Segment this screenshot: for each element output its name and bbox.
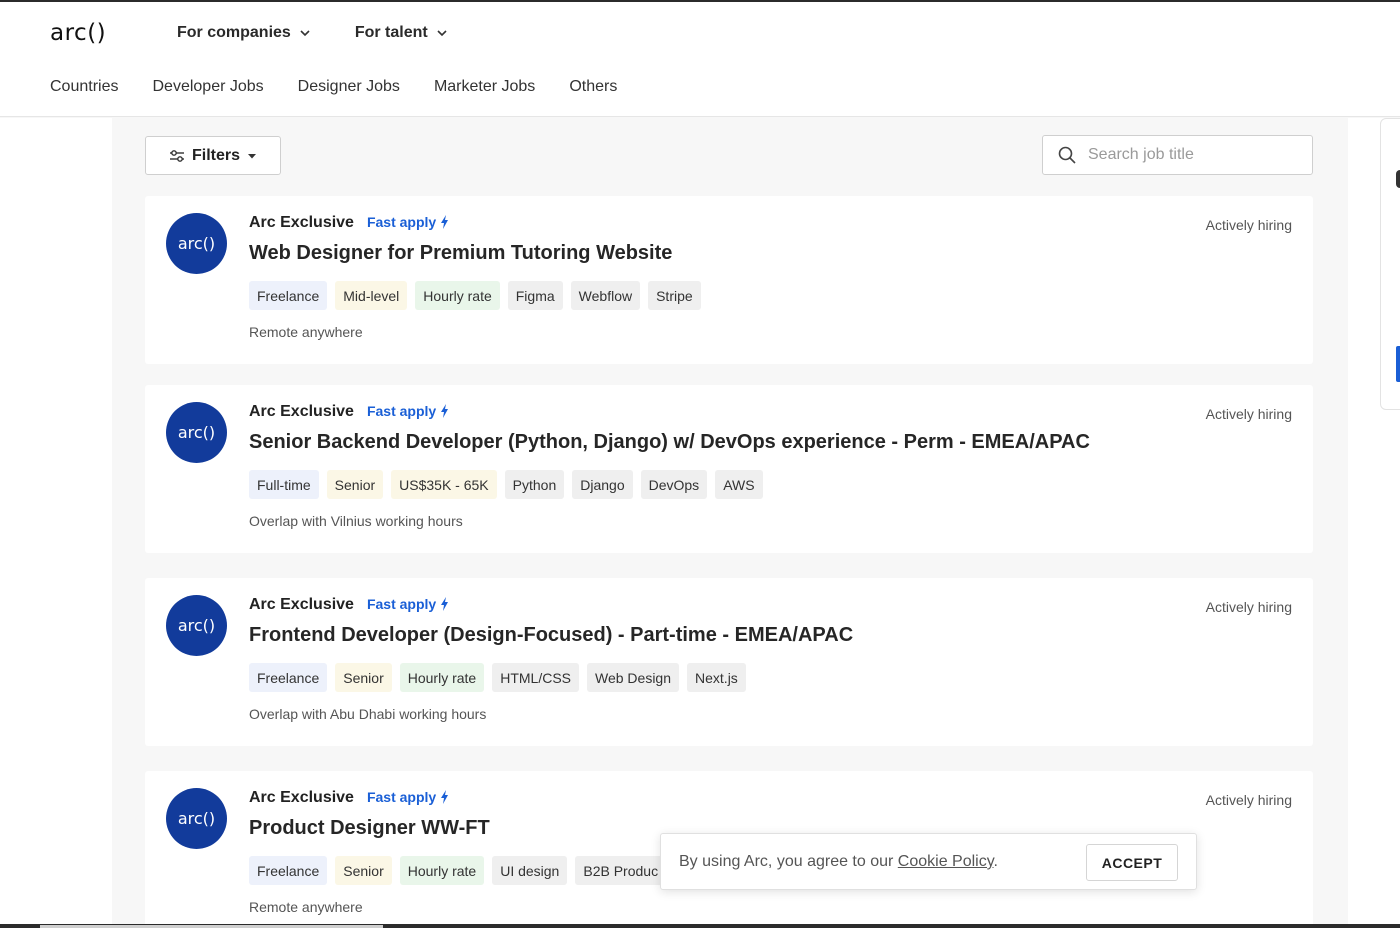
company-avatar: arc() [166,595,227,656]
fast-apply-label: Fast apply [366,789,437,805]
lightning-icon [441,404,449,418]
job-title[interactable]: Frontend Developer (Design-Focused) - Pa… [249,624,853,647]
cookie-message: By using Arc, you agree to our Cookie Po… [679,853,998,871]
side-panel-accent [1396,346,1400,382]
job-tag: Senior [326,470,384,499]
job-tag: DevOps [640,470,708,499]
nav-for-companies[interactable]: For companies [177,24,311,42]
right-gutter [1348,118,1400,928]
chevron-down-icon [437,30,447,37]
job-tag: US$35K - 65K [391,470,497,499]
subnav-developer-jobs[interactable]: Developer Jobs [152,78,263,96]
sliders-icon [169,149,184,162]
fast-apply-label: Fast apply [366,596,437,612]
caret-down-icon [248,153,256,158]
job-tags: Full-time Senior US$35K - 65K Python Dja… [249,470,763,499]
subnav-marketer-jobs[interactable]: Marketer Jobs [434,78,535,96]
job-tag: Hourly rate [399,856,485,885]
job-tag: Webflow [570,281,641,310]
chevron-down-icon [300,30,310,37]
site-header: arc() For companies For talent Countries… [0,2,1400,117]
job-tag: AWS [715,470,763,499]
hiring-status: Actively hiring [1205,406,1292,422]
job-tag: Stripe [648,281,701,310]
job-tag: Mid-level [335,281,408,310]
fast-apply-badge: Fast apply [367,596,449,612]
job-tag: Senior [335,663,392,692]
job-title[interactable]: Senior Backend Developer (Python, Django… [249,431,1090,454]
filters-label: Filters [191,146,240,164]
company-name: Arc Exclusive [249,789,354,806]
company-row: Arc Exclusive Fast apply [249,596,449,614]
nav-for-companies-label: For companies [177,24,291,41]
company-avatar: arc() [166,213,227,274]
fast-apply-badge: Fast apply [367,214,449,230]
company-row: Arc Exclusive Fast apply [249,403,449,421]
company-row: Arc Exclusive Fast apply [249,789,449,807]
cookie-banner: By using Arc, you agree to our Cookie Po… [660,833,1197,890]
subnav-designer-jobs[interactable]: Designer Jobs [298,78,400,96]
job-tags: Freelance Senior Hourly rate HTML/CSS We… [249,663,746,692]
category-nav: Countries Developer Jobs Designer Jobs M… [50,78,617,96]
hiring-status: Actively hiring [1205,792,1292,808]
lightning-icon [441,597,449,611]
job-tag: Figma [507,281,563,310]
company-avatar: arc() [166,402,227,463]
search-icon [1058,146,1076,164]
nav-for-talent-label: For talent [354,24,428,41]
side-panel-glyph [1396,170,1400,188]
job-tag: UI design [492,856,568,885]
job-title[interactable]: Product Designer WW-FT [249,817,490,840]
fast-apply-label: Fast apply [366,403,437,419]
job-card[interactable]: arc() Arc Exclusive Fast apply Web Desig… [145,196,1313,364]
fast-apply-label: Fast apply [366,214,437,230]
job-card[interactable]: arc() Arc Exclusive Fast apply Frontend … [145,578,1313,746]
left-gutter [0,118,112,928]
cookie-accept-button[interactable]: ACCEPT [1086,844,1178,881]
fast-apply-badge: Fast apply [367,403,449,419]
job-tag: Next.js [687,663,746,692]
job-tag: Hourly rate [415,281,500,310]
fast-apply-badge: Fast apply [367,789,449,805]
company-name: Arc Exclusive [249,596,354,613]
job-tags: Freelance Mid-level Hourly rate Figma We… [249,281,701,310]
job-tag: Freelance [249,281,328,310]
job-tag: Senior [335,856,392,885]
lightning-icon [441,215,449,229]
job-location: Overlap with Vilnius working hours [249,513,463,529]
company-row: Arc Exclusive Fast apply [249,214,449,232]
subnav-countries[interactable]: Countries [50,78,118,96]
company-avatar: arc() [166,788,227,849]
search-box [1042,135,1313,175]
job-tag: Django [572,470,633,499]
job-tag: HTML/CSS [492,663,579,692]
hiring-status: Actively hiring [1205,217,1292,233]
cookie-text: By using Arc, you agree to our [679,853,898,870]
filters-button[interactable]: Filters [145,136,281,175]
hiring-status: Actively hiring [1205,599,1292,615]
primary-nav: For companies For talent [177,24,448,42]
cookie-policy-link[interactable]: Cookie Policy [898,853,994,870]
lightning-icon [441,790,449,804]
job-tag: B2B Produc [575,856,667,885]
job-tag: Freelance [249,856,328,885]
job-location: Remote anywhere [249,324,363,340]
job-title[interactable]: Web Designer for Premium Tutoring Websit… [249,242,672,265]
job-tag: Full-time [249,470,319,499]
job-location: Overlap with Abu Dhabi working hours [249,706,487,722]
job-location: Remote anywhere [249,899,363,915]
subnav-others[interactable]: Others [569,78,617,96]
job-tag: Freelance [249,663,328,692]
nav-for-talent[interactable]: For talent [355,24,448,42]
company-name: Arc Exclusive [249,214,354,231]
job-tag: Python [504,470,565,499]
job-tag: Web Design [587,663,680,692]
search-input[interactable] [1088,146,1288,164]
cookie-suffix: . [993,853,998,870]
company-name: Arc Exclusive [249,403,354,420]
job-tags: Freelance Senior Hourly rate UI design B… [249,856,667,885]
job-card[interactable]: arc() Arc Exclusive Fast apply Senior Ba… [145,385,1313,553]
arc-logo[interactable]: arc() [50,20,106,46]
job-tag: Hourly rate [399,663,485,692]
